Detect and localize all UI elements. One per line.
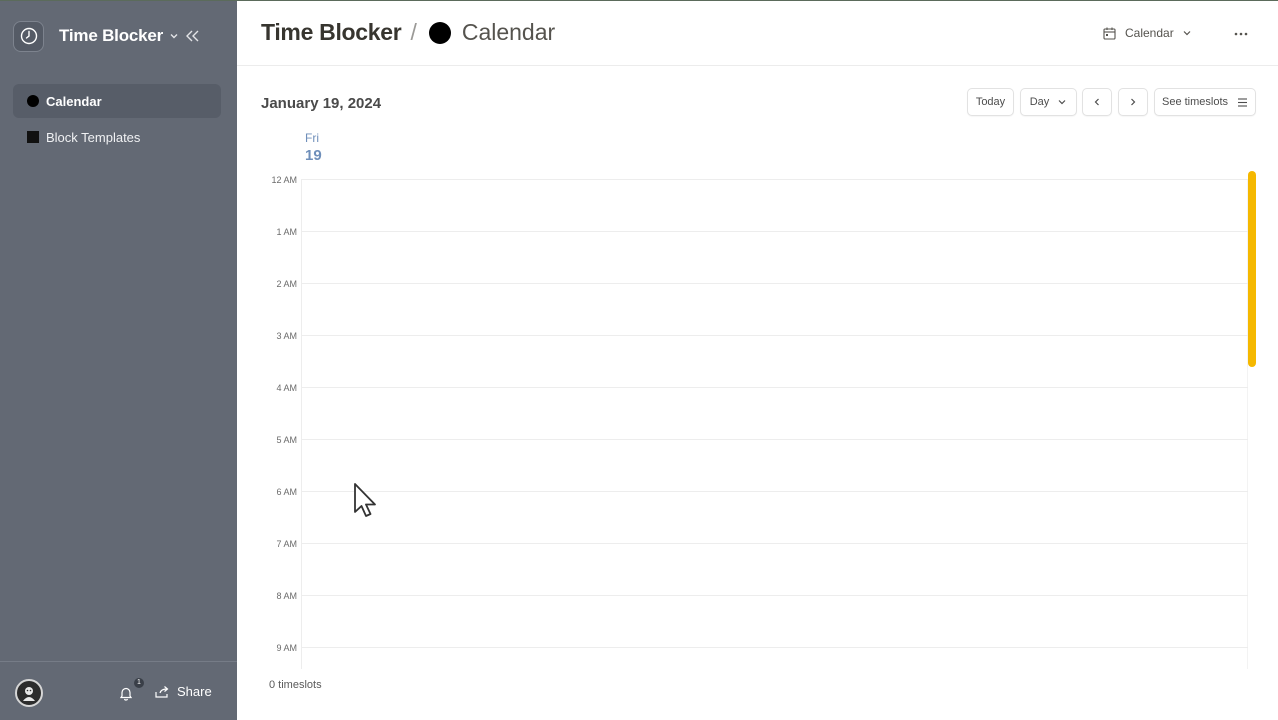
see-timeslots-button[interactable]: See timeslots bbox=[1154, 88, 1256, 116]
square-icon bbox=[27, 131, 39, 143]
today-button[interactable]: Today bbox=[967, 88, 1014, 116]
notification-badge: 1 bbox=[134, 678, 144, 688]
day-name: Fri bbox=[305, 131, 319, 145]
hour-gridline bbox=[301, 231, 1248, 232]
hour-label: 2 AM bbox=[276, 279, 297, 289]
collapse-sidebar-icon[interactable] bbox=[183, 26, 203, 46]
hour-label: 3 AM bbox=[276, 331, 297, 341]
hour-row[interactable]: 2 AM bbox=[237, 275, 1248, 327]
view-switcher-label: Calendar bbox=[1125, 26, 1174, 40]
bell-icon[interactable] bbox=[119, 686, 135, 702]
chevron-down-icon bbox=[1058, 100, 1066, 105]
hour-label: 7 AM bbox=[276, 539, 297, 549]
view-switcher[interactable]: Calendar bbox=[1103, 26, 1192, 40]
mouse-cursor-icon bbox=[354, 483, 376, 517]
hour-row[interactable]: 4 AM bbox=[237, 379, 1248, 431]
sidebar-footer: 1 Share bbox=[0, 661, 237, 720]
share-label: Share bbox=[177, 684, 212, 699]
workspace-title: Time Blocker bbox=[59, 26, 164, 45]
workspace-header[interactable]: Time Blocker bbox=[13, 20, 225, 52]
hour-label: 6 AM bbox=[276, 487, 297, 497]
top-bar: Time Blocker / Calendar Calendar bbox=[237, 1, 1278, 66]
breadcrumb-root[interactable]: Time Blocker bbox=[261, 19, 402, 46]
hour-row[interactable]: 5 AM bbox=[237, 431, 1248, 483]
sidebar-item-block-templates[interactable]: Block Templates bbox=[13, 120, 221, 154]
circle-icon bbox=[428, 21, 451, 44]
hour-label: 8 AM bbox=[276, 591, 297, 601]
hour-gridline bbox=[301, 491, 1248, 492]
day-number: 19 bbox=[305, 147, 322, 164]
list-icon bbox=[1238, 97, 1248, 107]
share-icon bbox=[155, 686, 169, 698]
main-content: Time Blocker / Calendar Calendar January… bbox=[237, 1, 1278, 720]
chevron-left-icon bbox=[1094, 98, 1099, 106]
page-title[interactable]: Calendar bbox=[462, 19, 555, 46]
range-select-label: Day bbox=[1029, 96, 1050, 108]
see-timeslots-label: See timeslots bbox=[1161, 96, 1229, 108]
next-button[interactable] bbox=[1118, 88, 1148, 116]
day-time-grid[interactable]: 12 AM 1 AM 2 AM 3 AM 4 AM 5 AM 6 AM 7 AM 8 AM 9 A… bbox=[237, 171, 1278, 669]
share-button[interactable]: Share bbox=[155, 684, 212, 699]
hour-gridline bbox=[301, 647, 1248, 648]
sidebar: Time Blocker Calendar Block Templates 1 … bbox=[0, 1, 237, 720]
hour-label: 12 AM bbox=[271, 175, 297, 185]
hour-gridline bbox=[301, 179, 1248, 180]
today-button-label: Today bbox=[975, 96, 1006, 108]
hour-gridline bbox=[301, 387, 1248, 388]
hour-row[interactable]: 6 AM bbox=[237, 483, 1248, 535]
vertical-scrollbar[interactable] bbox=[1248, 171, 1256, 367]
calendar-date-heading: January 19, 2024 bbox=[261, 95, 382, 112]
avatar[interactable] bbox=[15, 679, 43, 707]
hour-gridline bbox=[301, 595, 1248, 596]
hour-label: 4 AM bbox=[276, 383, 297, 393]
sidebar-nav: Calendar Block Templates bbox=[13, 84, 221, 156]
chevron-right-icon bbox=[1131, 98, 1136, 106]
hour-row[interactable]: 7 AM bbox=[237, 535, 1248, 587]
hour-label: 5 AM bbox=[276, 435, 297, 445]
hour-gridline bbox=[301, 335, 1248, 336]
chevron-down-icon bbox=[1183, 31, 1191, 36]
clock-icon bbox=[13, 20, 44, 52]
timeslot-count: 0 timeslots bbox=[269, 679, 322, 691]
range-select[interactable]: Day bbox=[1020, 88, 1077, 116]
day-column-header[interactable]: Fri 19 bbox=[305, 131, 322, 164]
chevron-down-icon bbox=[169, 31, 179, 41]
sidebar-item-label: Block Templates bbox=[46, 129, 141, 145]
hour-row[interactable]: 12 AM bbox=[237, 171, 1248, 223]
hour-row[interactable]: 9 AM bbox=[237, 639, 1248, 669]
previous-button[interactable] bbox=[1082, 88, 1112, 116]
sidebar-item-label: Calendar bbox=[46, 93, 102, 109]
calendar-icon bbox=[1103, 27, 1116, 40]
circle-icon bbox=[27, 95, 39, 107]
hour-label: 9 AM bbox=[276, 643, 297, 653]
hour-gridline bbox=[301, 439, 1248, 440]
hour-row[interactable]: 1 AM bbox=[237, 223, 1248, 275]
hour-row[interactable]: 8 AM bbox=[237, 587, 1248, 639]
app-window: Time Blocker Calendar Block Templates 1 … bbox=[0, 0, 1278, 720]
hour-gridline bbox=[301, 543, 1248, 544]
sidebar-item-calendar[interactable]: Calendar bbox=[13, 84, 221, 118]
hour-row[interactable]: 3 AM bbox=[237, 327, 1248, 379]
hour-label: 1 AM bbox=[276, 227, 297, 237]
hour-gridline bbox=[301, 283, 1248, 284]
breadcrumb-separator: / bbox=[410, 19, 417, 45]
breadcrumb: Time Blocker / Calendar bbox=[261, 19, 555, 46]
more-options-icon[interactable] bbox=[1231, 24, 1251, 44]
